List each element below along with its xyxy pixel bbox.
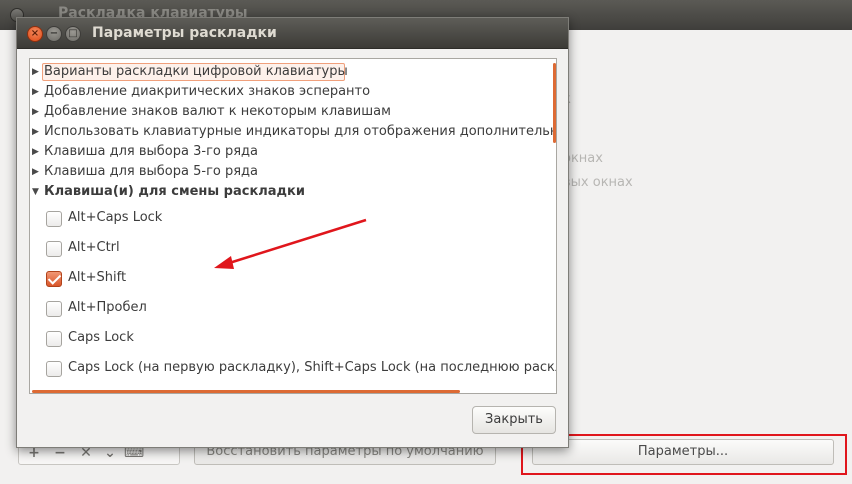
annotation-arrow-icon <box>214 218 367 269</box>
